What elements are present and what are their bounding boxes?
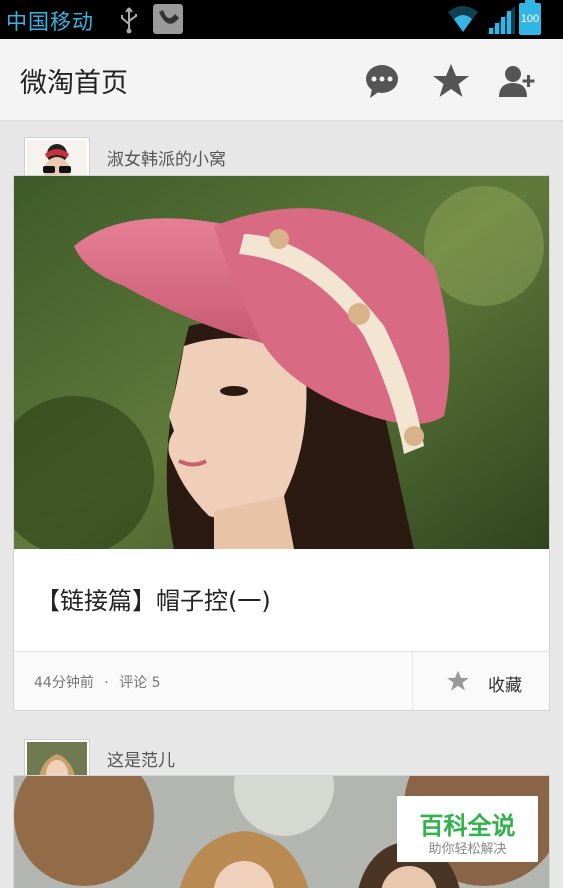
post-author[interactable]: 这是范儿 xyxy=(107,746,175,771)
meta-separator: · xyxy=(104,675,109,691)
carrier-name: 中国移动 xyxy=(6,10,94,34)
battery-level: 100 xyxy=(520,13,540,25)
watermark-logo: 百科全说 助你轻松解决 xyxy=(397,796,538,862)
post-time: 44分钟前 xyxy=(34,675,94,691)
usb-icon xyxy=(121,7,137,34)
post-footer: 44分钟前 · 评论 5 收藏 xyxy=(14,651,549,710)
battery-icon: 100 xyxy=(519,0,541,35)
favorite-star-icon xyxy=(447,670,469,691)
add-user-icon[interactable] xyxy=(497,61,537,101)
post-card[interactable]: 【链接篇】帽子控(一) 44分钟前 · 评论 5 收藏 xyxy=(13,175,550,711)
post-meta: 44分钟前 · 评论 5 xyxy=(34,672,161,692)
post-title[interactable]: 【链接篇】帽子控(一) xyxy=(36,581,271,616)
action-bar: 微淘首页 xyxy=(0,39,563,121)
favorite-label: 收藏 xyxy=(488,676,522,696)
watermark-title: 百科全说 xyxy=(419,812,516,840)
status-bar: 中国移动 100 xyxy=(0,0,563,39)
favorite-button[interactable]: 收藏 xyxy=(412,652,549,710)
post-image[interactable] xyxy=(14,176,549,549)
signal-icon xyxy=(487,6,515,34)
page-title: 微淘首页 xyxy=(20,68,128,99)
wifi-icon xyxy=(448,6,478,32)
watermark-subtitle: 助你轻松解决 xyxy=(428,842,507,857)
post-author[interactable]: 淑女韩派的小窝 xyxy=(107,145,226,170)
app-notification-icon xyxy=(153,4,183,34)
message-icon[interactable] xyxy=(362,61,402,101)
star-icon[interactable] xyxy=(431,61,471,101)
comment-count[interactable]: 评论 5 xyxy=(119,675,160,691)
